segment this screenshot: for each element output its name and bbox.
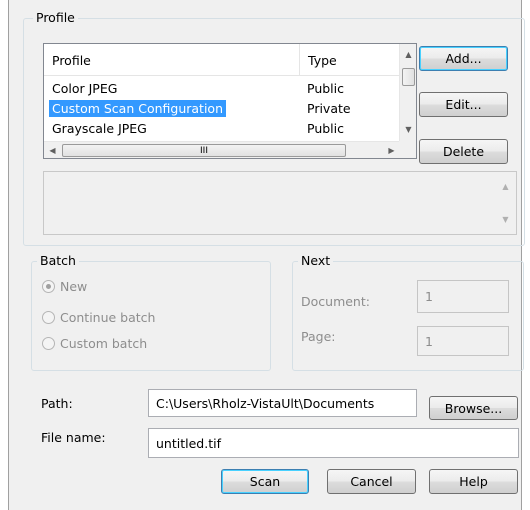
radio-new-label: New xyxy=(60,279,88,294)
radio-continue-batch[interactable]: Continue batch xyxy=(42,310,155,325)
path-field[interactable]: C:\Users\Rholz-VistaUlt\Documents xyxy=(148,389,417,417)
vertical-scroll-thumb[interactable] xyxy=(402,68,415,86)
column-header-type[interactable]: Type xyxy=(300,44,400,76)
profile-row-type: Public xyxy=(307,121,344,136)
page-label: Page: xyxy=(301,329,336,344)
document-number-field[interactable]: 1 xyxy=(417,280,509,313)
profile-row-custom-scan[interactable]: Custom Scan Configuration Private xyxy=(44,99,400,118)
radio-continue-batch-label: Continue batch xyxy=(60,310,156,325)
edit-button[interactable]: Edit... xyxy=(419,92,508,117)
radio-button-icon xyxy=(42,280,55,293)
scroll-thumb-grip: III xyxy=(200,145,208,156)
profile-row-grayscale-jpeg[interactable]: Grayscale JPEG Public xyxy=(44,119,400,138)
profile-list-vertical-scrollbar[interactable]: ▲ ▼ xyxy=(399,44,416,141)
scroll-up-arrow-icon[interactable]: ▲ xyxy=(400,46,417,63)
profile-row-name: Grayscale JPEG xyxy=(52,121,147,136)
next-group-label: Next xyxy=(298,254,334,268)
horizontal-scroll-thumb[interactable]: III xyxy=(62,144,346,157)
file-name-label: File name: xyxy=(41,430,106,445)
profile-list-horizontal-scrollbar[interactable]: ◀ III ▶ xyxy=(44,141,400,158)
scrollbar-corner xyxy=(399,141,416,158)
batch-group-label: Batch xyxy=(37,254,79,268)
file-name-field[interactable]: untitled.tif xyxy=(148,428,519,458)
radio-new[interactable]: New xyxy=(42,279,87,294)
add-button[interactable]: Add... xyxy=(419,46,508,71)
profile-row-name: Color JPEG xyxy=(52,81,118,96)
profile-list-header: Profile Type xyxy=(44,44,400,76)
scroll-right-arrow-icon[interactable]: ▶ xyxy=(383,142,400,159)
profile-row-name: Custom Scan Configuration xyxy=(49,100,226,117)
scan-button[interactable]: Scan xyxy=(221,469,309,494)
profile-description-box: ▲ ▼ xyxy=(43,171,517,235)
column-header-type-label: Type xyxy=(308,52,337,68)
profile-row-type: Private xyxy=(307,101,351,116)
radio-button-icon xyxy=(42,337,55,350)
profile-row-color-jpeg[interactable]: Color JPEG Public xyxy=(44,79,400,98)
delete-button[interactable]: Delete xyxy=(419,139,508,164)
scan-dialog: Profile Profile Type Color JPEG Public C… xyxy=(8,0,525,510)
page-number-field[interactable]: 1 xyxy=(417,326,509,356)
cancel-button[interactable]: Cancel xyxy=(327,469,416,494)
description-scroll-up-icon[interactable]: ▲ xyxy=(497,178,514,195)
scroll-down-arrow-icon[interactable]: ▼ xyxy=(400,121,417,138)
column-header-profile-label: Profile xyxy=(52,52,91,68)
profile-group-label: Profile xyxy=(33,11,78,25)
browse-button[interactable]: Browse... xyxy=(429,396,518,420)
radio-custom-batch-label: Custom batch xyxy=(60,336,148,351)
radio-button-icon xyxy=(42,311,55,324)
description-scroll-down-icon[interactable]: ▼ xyxy=(497,211,514,228)
profile-list[interactable]: Profile Type Color JPEG Public Custom Sc… xyxy=(43,43,417,159)
radio-custom-batch[interactable]: Custom batch xyxy=(42,336,147,351)
profile-row-type: Public xyxy=(307,81,344,96)
column-header-profile[interactable]: Profile xyxy=(44,44,300,76)
path-label: Path: xyxy=(41,396,73,411)
document-label: Document: xyxy=(301,294,370,309)
help-button[interactable]: Help xyxy=(429,469,518,494)
scroll-left-arrow-icon[interactable]: ◀ xyxy=(44,142,61,159)
